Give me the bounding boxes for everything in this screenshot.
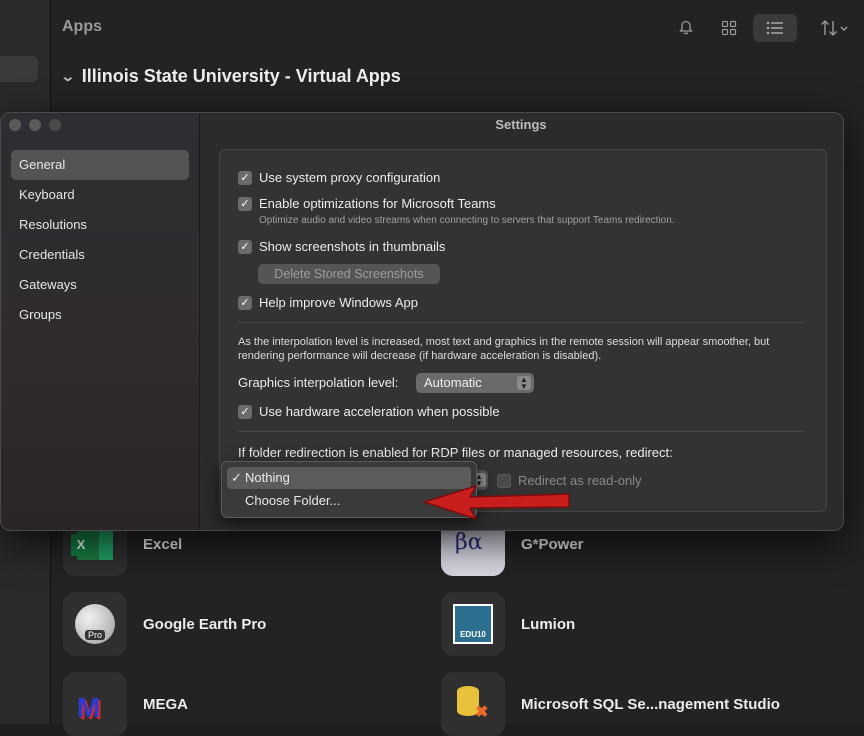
redirect-dropdown-menu: ✓ Nothing Choose Folder... xyxy=(221,461,477,518)
interpolation-select[interactable]: Automatic ▲ ▼ xyxy=(416,373,534,393)
general-settings-panel: ✓ Use system proxy configuration ✓ Enabl… xyxy=(219,149,827,512)
checkbox-label: Redirect as read-only xyxy=(518,473,642,488)
sort-icon[interactable] xyxy=(810,14,860,42)
app-name: Microsoft SQL Se...nagement Studio xyxy=(521,695,780,713)
app-name: Excel xyxy=(143,535,183,553)
teams-optimization-checkbox[interactable]: ✓ Enable optimizations for Microsoft Tea… xyxy=(238,196,496,211)
checkbox-label: Show screenshots in thumbnails xyxy=(259,239,446,254)
checkbox-label: Use hardware acceleration when possible xyxy=(259,404,500,419)
chevron-updown-icon: ▲ ▼ xyxy=(517,376,531,391)
list-icon[interactable] xyxy=(753,14,797,42)
folder-redirect-label: If folder redirection is enabled for RDP… xyxy=(238,445,673,460)
help-improve-checkbox[interactable]: ✓ Help improve Windows App xyxy=(238,295,418,310)
checkmark-icon[interactable]: ✓ xyxy=(238,170,252,185)
sql-server-icon: ✖ xyxy=(441,672,505,736)
sidebar-item-groups[interactable]: Groups xyxy=(11,300,189,330)
sidebar-item-resolutions[interactable]: Resolutions xyxy=(11,210,189,240)
divider xyxy=(238,431,804,432)
window-title: Settings xyxy=(495,117,547,132)
sidebar-search-field[interactable] xyxy=(0,56,38,82)
app-name: G*Power xyxy=(521,535,584,553)
group-header[interactable]: ⌄ Illinois State University - Virtual Ap… xyxy=(60,66,401,87)
checkbox-label: Enable optimizations for Microsoft Teams xyxy=(259,196,496,211)
hardware-acceleration-checkbox[interactable]: ✓ Use hardware acceleration when possibl… xyxy=(238,404,500,419)
sidebar-item-gateways[interactable]: Gateways xyxy=(11,270,189,300)
checkbox-box[interactable] xyxy=(497,473,511,488)
sidebar-item-keyboard[interactable]: Keyboard xyxy=(11,180,189,210)
show-screenshots-checkbox[interactable]: ✓ Show screenshots in thumbnails xyxy=(238,239,445,254)
checkbox-label: Use system proxy configuration xyxy=(259,170,441,185)
app-name: Google Earth Pro xyxy=(143,615,267,633)
interpolation-note: As the interpolation level is increased,… xyxy=(238,336,770,362)
mega-icon: M xyxy=(63,672,127,736)
app-tile-lumion[interactable]: EDU10 Lumion xyxy=(441,592,575,656)
menu-item-label: Choose Folder... xyxy=(245,493,341,508)
chevron-down-icon[interactable]: ⌄ xyxy=(60,68,75,85)
use-system-proxy-checkbox[interactable]: ✓ Use system proxy configuration xyxy=(238,170,440,185)
bell-icon[interactable] xyxy=(664,14,708,42)
settings-sidebar: General Keyboard Resolutions Credentials… xyxy=(1,113,200,530)
teams-description: Optimize audio and video streams when co… xyxy=(259,215,675,226)
checkmark-icon[interactable]: ✓ xyxy=(238,196,252,211)
divider xyxy=(238,322,804,323)
app-tile-sql-server[interactable]: ✖ Microsoft SQL Se...nagement Studio xyxy=(441,672,780,736)
select-value: Automatic xyxy=(424,375,482,390)
close-window-button[interactable] xyxy=(9,119,21,131)
app-tile-google-earth-pro[interactable]: Pro Google Earth Pro xyxy=(63,592,266,656)
menu-item-nothing[interactable]: ✓ Nothing xyxy=(227,467,471,489)
zoom-window-button[interactable] xyxy=(49,119,61,131)
sidebar-item-general[interactable]: General xyxy=(11,150,189,180)
checkmark-icon[interactable]: ✓ xyxy=(238,295,252,310)
minimize-window-button[interactable] xyxy=(29,119,41,131)
app-name: MEGA xyxy=(143,695,188,713)
menu-item-choose-folder[interactable]: Choose Folder... xyxy=(227,490,471,512)
checkbox-label: Help improve Windows App xyxy=(259,295,418,310)
checkmark-icon[interactable]: ✓ xyxy=(238,239,252,254)
app-name: Lumion xyxy=(521,615,576,633)
page-title: Apps xyxy=(62,18,102,35)
grid-icon[interactable] xyxy=(707,14,751,42)
interpolation-label: Graphics interpolation level: xyxy=(238,375,399,390)
app-tile-mega[interactable]: M MEGA xyxy=(63,672,188,736)
sidebar-item-credentials[interactable]: Credentials xyxy=(11,240,189,270)
redirect-readonly-checkbox[interactable]: Redirect as read-only xyxy=(497,473,642,488)
group-title: Illinois State University - Virtual Apps xyxy=(81,66,401,86)
checkmark-icon[interactable]: ✓ xyxy=(238,404,252,419)
delete-screenshots-button[interactable]: Delete Stored Screenshots xyxy=(258,264,440,284)
lumion-icon: EDU10 xyxy=(441,592,505,656)
checkmark-icon: ✓ xyxy=(231,470,242,485)
google-earth-icon: Pro xyxy=(63,592,127,656)
menu-item-label: Nothing xyxy=(245,470,290,485)
